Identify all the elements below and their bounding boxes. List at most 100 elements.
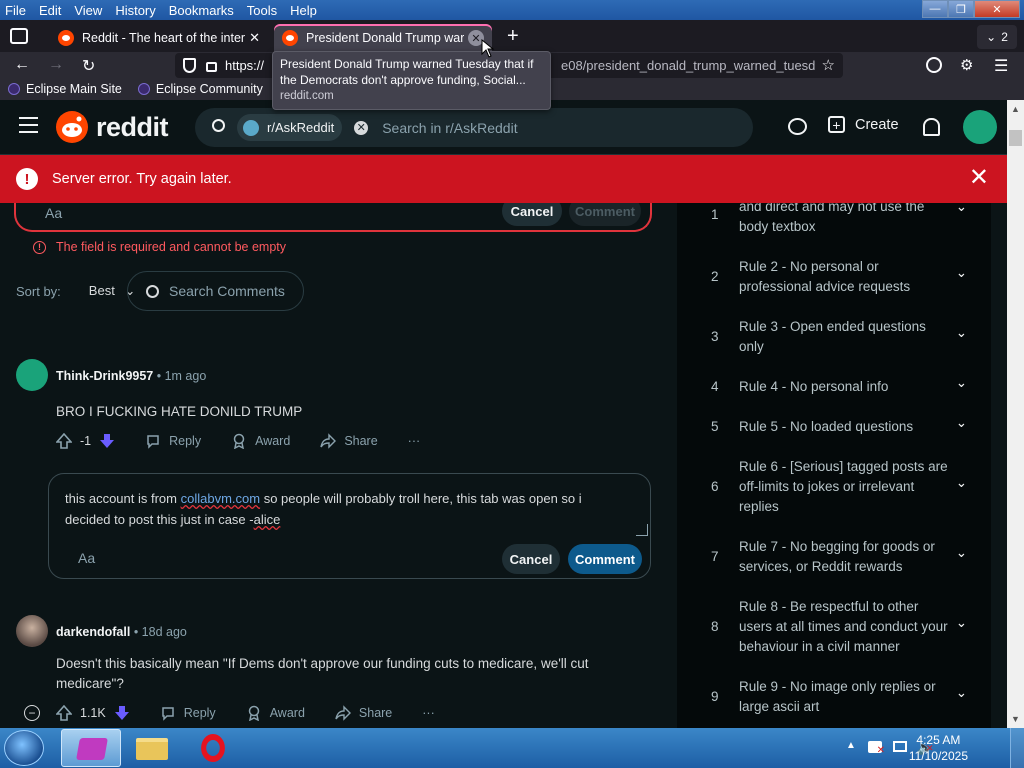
clear-chip-icon[interactable]: ✕ [354,120,369,135]
rule-item-1[interactable]: 1 and direct and may not use the body tex… [677,203,991,237]
eclipse-icon [8,83,20,95]
upvote-icon[interactable] [56,433,72,449]
rule-item-2[interactable]: 2 Rule 2 - No personal or professional ad… [677,257,991,297]
avatar[interactable] [16,359,48,391]
search-bar[interactable]: r/AskReddit ✕ Search in r/AskReddit [195,108,753,147]
more-options-button[interactable]: ··· [408,434,421,448]
format-button[interactable]: Aa [78,550,95,566]
forward-arrow-icon[interactable]: → [48,56,64,74]
hamburger-menu-icon[interactable]: ☰ [994,56,1008,76]
tab-overview-icon[interactable] [10,28,28,44]
avatar[interactable] [16,615,48,647]
close-icon[interactable]: ✕ [969,166,989,190]
tab-reddit-home[interactable]: Reddit - The heart of the interne ✕ [50,24,268,52]
notification-bell-icon[interactable] [923,118,940,136]
account-icon[interactable] [926,57,942,73]
comment-time: • 1m ago [156,369,207,383]
new-tab-button[interactable]: + [507,25,519,48]
award-button[interactable]: Award [231,433,290,449]
bookmark-eclipse-community[interactable]: Eclipse Community [137,82,263,96]
menu-bookmarks[interactable]: Bookmarks [164,3,242,18]
bookmark-eclipse-main[interactable]: Eclipse Main Site [8,82,122,96]
resize-handle-icon[interactable] [636,524,648,536]
comment-author[interactable]: Think-Drink9957 [56,369,153,383]
reply-link[interactable]: collabvm.com [181,491,260,506]
rule-item-6[interactable]: 6 Rule 6 - [Serious] tagged posts are off… [677,457,991,517]
menu-edit[interactable]: Edit [34,3,69,18]
tab-trump-post[interactable]: President Donald Trump warnec ✕ [274,24,492,52]
reply-text[interactable]: this account is from collabvm.com so peo… [65,488,625,530]
cancel-button[interactable]: Cancel [502,203,562,226]
comment-button[interactable]: Comment [568,544,642,574]
window-controls: — ❐ ✕ [922,0,1020,18]
vote-score: -1 [80,434,92,448]
restore-button[interactable]: ❐ [948,0,974,18]
tab-title: Reddit - The heart of the interne [82,31,246,45]
more-options-button[interactable]: ··· [422,706,435,720]
show-desktop-button[interactable] [1010,728,1024,768]
scroll-down-icon[interactable]: ▼ [1011,714,1020,724]
share-button[interactable]: Share [320,433,378,449]
rule-item-7[interactable]: 7 Rule 7 - No begging for goods or servic… [677,537,991,577]
award-button[interactable]: Award [246,705,305,721]
comment-composer-error[interactable]: Aa Cancel Comment [14,203,652,232]
taskbar-app-firefox[interactable] [61,729,121,767]
reply-button[interactable]: Reply [145,433,201,449]
cancel-button[interactable]: Cancel [502,544,560,574]
format-button[interactable]: Aa [45,205,62,221]
reply-button[interactable]: Reply [160,705,216,721]
action-center-icon[interactable]: ✕ [868,741,885,756]
minimize-button[interactable]: — [922,0,948,18]
collapse-thread-icon[interactable]: − [24,705,40,721]
back-arrow-icon[interactable]: ← [14,56,30,74]
comment-button[interactable]: Comment [569,203,641,226]
clock-date: 11/10/2025 [908,749,968,763]
bookmark-star-icon[interactable]: ☆ [822,56,835,74]
menu-help[interactable]: Help [285,3,325,18]
network-icon[interactable] [893,741,907,752]
reddit-logo[interactable]: reddit [56,111,169,143]
tray-expand-icon[interactable]: ▲ [846,740,856,751]
reply-composer[interactable]: this account is from collabvm.com so peo… [48,473,651,579]
scroll-up-icon[interactable]: ▲ [1011,104,1020,114]
extensions-icon[interactable]: ⚙ [960,56,973,74]
share-icon [335,705,351,721]
menu-tools[interactable]: Tools [242,3,285,18]
reload-icon[interactable]: ↻ [82,56,95,76]
tab-strip: Reddit - The heart of the interne ✕ Pres… [0,20,1024,52]
rule-item-8[interactable]: 8 Rule 8 - Be respectful to other users a… [677,597,991,657]
rule-item-5[interactable]: 5 Rule 5 - No loaded questions ⌄ [677,415,991,437]
downvote-icon[interactable] [114,705,130,721]
menu-file[interactable]: File [0,3,34,18]
reply-icon [147,435,159,449]
user-avatar[interactable] [963,110,997,144]
upvote-icon[interactable] [56,705,72,721]
sort-value: Best [88,283,115,298]
error-banner: ! Server error. Try again later. ✕ [0,155,1007,203]
tab-close-icon[interactable]: ✕ [249,30,260,46]
search-comments-input[interactable]: Search Comments [127,271,304,311]
rule-item-9[interactable]: 9 Rule 9 - No image only replies or large… [677,677,991,717]
comment-author[interactable]: darkendofall [56,625,130,639]
share-button[interactable]: Share [335,705,392,721]
rule-item-4[interactable]: 4 Rule 4 - No personal info ⌄ [677,375,991,397]
menu-view[interactable]: View [69,3,110,18]
hamburger-menu-icon[interactable] [19,117,38,133]
menu-history[interactable]: History [110,3,163,18]
rule-number: 4 [711,379,719,394]
rule-item-3[interactable]: 3 Rule 3 - Open ended questions only ⌄ [677,317,991,357]
close-window-button[interactable]: ✕ [974,0,1020,18]
taskbar-clock[interactable]: 4:25 AM 11/10/2025 [909,732,968,764]
downvote-icon[interactable] [99,433,115,449]
tab-list-button[interactable]: ⌄ 2 [977,25,1017,49]
taskbar-app-explorer[interactable] [122,729,182,767]
create-button[interactable]: + Create [828,116,899,133]
taskbar-app-opera[interactable] [183,729,243,767]
page-scrollbar[interactable]: ▲ ▼ [1007,100,1024,728]
subreddit-chip[interactable]: r/AskReddit [237,114,343,141]
rule-number: 3 [711,329,719,344]
start-button[interactable] [4,730,44,766]
scrollbar-thumb[interactable] [1009,130,1022,146]
comments-column: Aa Cancel Comment ! The field is require… [0,203,672,728]
chat-icon[interactable] [788,118,807,135]
